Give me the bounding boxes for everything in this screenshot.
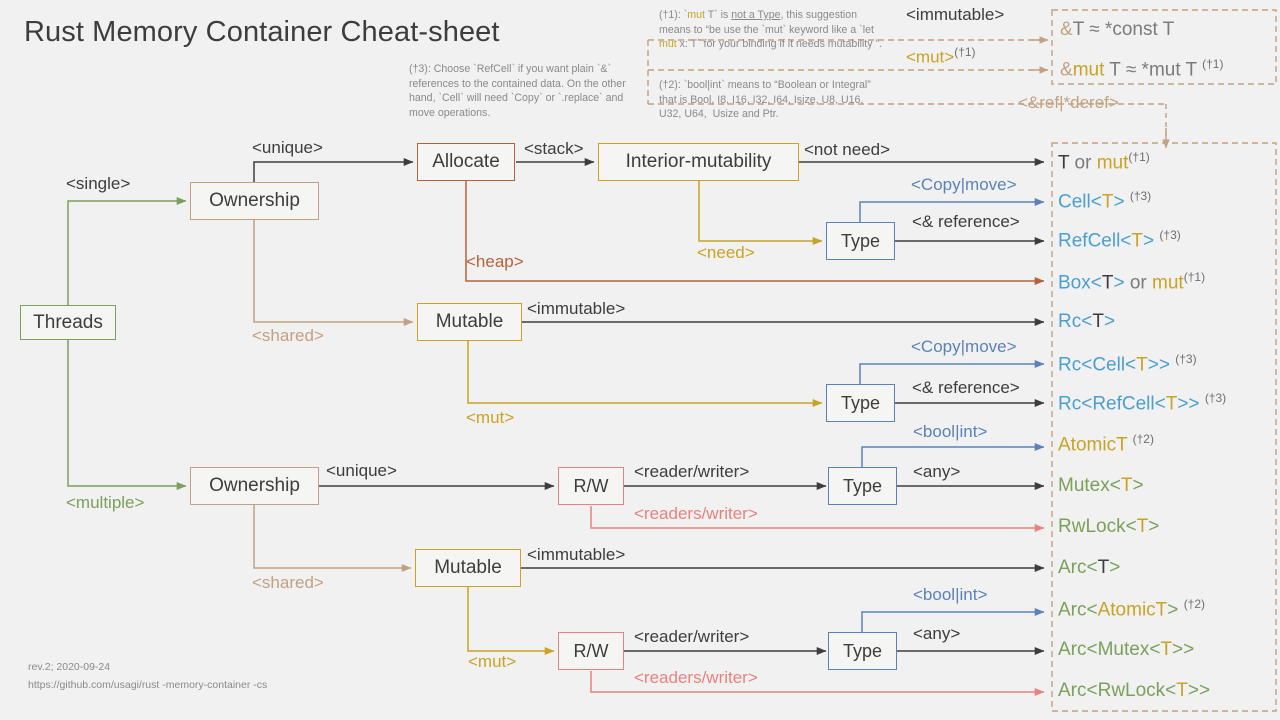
edge-label-shared-top: <shared> <box>252 326 324 345</box>
edge-label-any-b: <any> <box>913 624 961 643</box>
output-item[interactable]: Rc<RefCell<T>> (†3) <box>1058 391 1226 415</box>
node-type-d[interactable]: Type <box>828 632 897 670</box>
edge-label-immutable-a: <immutable> <box>527 299 626 318</box>
edge-label-deref: <&ref|*deref> <box>1018 93 1119 112</box>
node-rw-b[interactable]: R/W <box>558 632 624 670</box>
output-item[interactable]: Box<T> or mut(†1) <box>1058 270 1205 294</box>
page-title: Rust Memory Container Cheat-sheet <box>24 16 500 48</box>
edge-label-amp-reference-a: <& reference> <box>912 212 1020 231</box>
node-allocate[interactable]: Allocate <box>417 143 515 181</box>
ref-equivalence-line-2: &mut T ≈ *mut T (†1) <box>1060 57 1224 81</box>
output-item[interactable]: Cell<T> (†3) <box>1058 189 1151 213</box>
edge-label-unique-bottom: <unique> <box>326 461 397 480</box>
edge-label-single: <single> <box>66 174 131 193</box>
output-item[interactable]: Arc<Mutex<T>> <box>1058 639 1194 661</box>
edge-label-readers-writer-b: <readers/writer> <box>634 668 758 687</box>
output-item[interactable]: Arc<T> <box>1058 557 1120 579</box>
edge-label-reader-writer-b: <reader/writer> <box>634 627 750 646</box>
output-item[interactable]: AtomicT (†2) <box>1058 432 1154 456</box>
output-item[interactable]: RefCell<T> (†3) <box>1058 228 1181 252</box>
node-type-a[interactable]: Type <box>826 222 895 260</box>
edge-label-copy-move-b: <Copy|move> <box>911 337 1017 356</box>
edge-label-shared-bottom: <shared> <box>252 573 324 592</box>
edge-label-multiple: <multiple> <box>66 493 145 512</box>
edge-label-need: <need> <box>697 243 755 262</box>
note-dagger3: (†3): Choose `RefCell` if you want plain… <box>409 63 626 119</box>
output-item[interactable]: Arc<AtomicT> (†2) <box>1058 597 1205 621</box>
node-threads[interactable]: Threads <box>20 305 116 340</box>
output-item[interactable]: Arc<RwLock<T>> <box>1058 680 1210 702</box>
node-mutable-single[interactable]: Mutable <box>417 303 522 341</box>
edge-label-mut-ref-text: <mut> <box>906 47 955 67</box>
output-item[interactable]: Rc<T> <box>1058 311 1115 333</box>
edge-label-not-need: <not need> <box>804 140 891 159</box>
node-type-b[interactable]: Type <box>826 384 895 422</box>
edge-label-amp-reference-b: <& reference> <box>912 378 1020 397</box>
edge-label-any-a: <any> <box>913 462 961 481</box>
edge-label-bool-int-a: <bool|int> <box>913 422 988 441</box>
cheatsheet-canvas: Rust Memory Container Cheat-sheet rev.2;… <box>0 0 1280 720</box>
edge-label-mut-b: <mut> <box>468 652 517 671</box>
edge-label-bool-int-b: <bool|int> <box>913 585 988 604</box>
edge-label-mut-a: <mut> <box>466 408 515 427</box>
node-rw-a[interactable]: R/W <box>558 467 624 505</box>
output-item[interactable]: RwLock<T> <box>1058 516 1159 538</box>
edge-label-copy-move-a: <Copy|move> <box>911 175 1017 194</box>
output-item[interactable]: Rc<Cell<T>> (†3) <box>1058 352 1197 376</box>
note-dagger2: (†2): `bool|int` means to “Boolean or In… <box>659 79 871 120</box>
node-mutable-multiple[interactable]: Mutable <box>415 549 521 587</box>
node-interior-mutability[interactable]: Interior-mutability <box>598 143 799 181</box>
note-dagger1: (†1): `mut T` is not a Type, this sugges… <box>659 9 882 50</box>
edge-label-stack: <stack> <box>524 139 584 158</box>
output-item[interactable]: Mutex<T> <box>1058 475 1144 497</box>
edge-label-mut-ref: <mut>(†1) <box>906 45 976 68</box>
footer-revision: rev.2; 2020-09-24 <box>28 661 111 673</box>
node-ownership-multiple[interactable]: Ownership <box>190 467 319 505</box>
edge-label-unique-top: <unique> <box>252 138 323 157</box>
edge-label-mut-ref-sup: (†1) <box>954 45 976 59</box>
edge-label-reader-writer-a: <reader/writer> <box>634 462 750 481</box>
node-type-c[interactable]: Type <box>828 467 897 505</box>
node-ownership-single[interactable]: Ownership <box>190 182 319 220</box>
output-item[interactable]: T or mut(†1) <box>1058 150 1150 174</box>
edge-label-immutable-ref: <immutable> <box>906 5 1005 24</box>
footer-url: https://github.com/usagi/rust -memory-co… <box>28 679 268 691</box>
edge-label-heap: <heap> <box>466 252 524 271</box>
ref-equivalence-line-1: &T ≈ *const T <box>1060 19 1175 40</box>
edge-label-readers-writer-a: <readers/writer> <box>634 504 758 523</box>
edge-label-immutable-b: <immutable> <box>527 545 626 564</box>
